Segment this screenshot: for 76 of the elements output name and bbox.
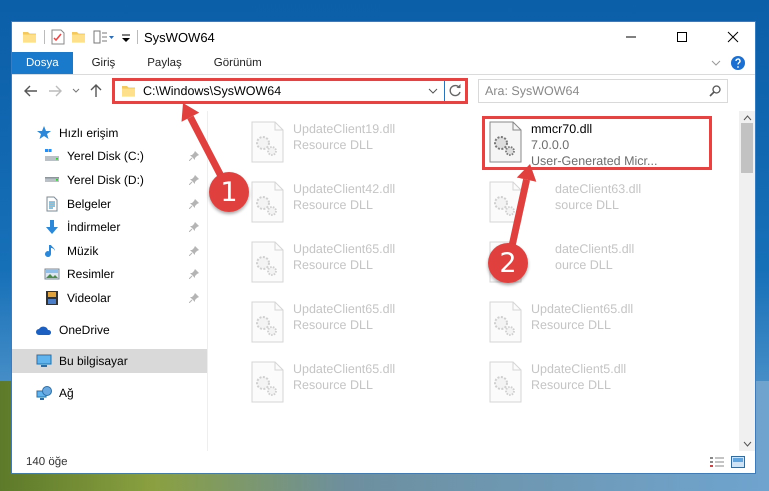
drive-icon — [44, 176, 60, 184]
network-icon — [36, 384, 52, 401]
file-detail: Resource DLL — [293, 137, 374, 153]
file-name: UpdateClient65.dll — [531, 301, 634, 317]
large-icons-view-icon[interactable] — [731, 456, 745, 468]
file-name: dateClient63.dll — [555, 181, 642, 197]
help-icon[interactable] — [731, 56, 745, 70]
gear-file-icon — [251, 301, 284, 343]
gear-file-icon — [251, 121, 284, 163]
download-arrow-icon — [44, 219, 60, 236]
gear-file-icon — [489, 301, 522, 343]
nav-item[interactable]: Müzik — [12, 238, 207, 263]
file-name: UpdateClient65.dll — [293, 301, 396, 317]
file-detail: User-Generated Micr... — [531, 153, 658, 169]
file-name: UpdateClient65.dll — [293, 361, 396, 377]
file-detail: Resource DLL — [293, 197, 374, 213]
file-detail: Resource DLL — [293, 317, 374, 333]
ribbon-tab[interactable]: Görünüm — [200, 52, 275, 74]
file-detail: Resource DLL — [531, 377, 612, 393]
file-item[interactable]: mmcr70.dll 7.0.0.0 User-Generated Micr... — [482, 116, 712, 170]
maximize-icon — [676, 31, 688, 43]
ribbon-tab[interactable]: Dosya — [12, 52, 73, 74]
refresh-icon[interactable] — [448, 84, 462, 98]
window-title: SysWOW64 — [144, 30, 215, 44]
computer-icon — [36, 353, 52, 370]
file-detail: source DLL — [555, 197, 620, 213]
file-detail: 7.0.0.0 — [531, 137, 570, 153]
nav-item[interactable]: Yerel Disk (D:) — [12, 168, 207, 192]
nav-item[interactable]: Resimler — [12, 262, 207, 286]
gear-file-icon — [251, 361, 284, 403]
nav-item[interactable]: Ağ — [12, 380, 207, 405]
scroll-up-icon[interactable] — [742, 115, 752, 121]
film-icon — [44, 290, 60, 306]
dropdown-caret-icon[interactable] — [428, 88, 438, 94]
properties-icon[interactable] — [51, 29, 65, 45]
gear-file-icon — [251, 181, 284, 223]
view-options-icon[interactable] — [93, 29, 115, 45]
gear-file-icon — [489, 361, 522, 403]
star-icon — [36, 124, 52, 141]
ribbon-tab[interactable]: Paylaş — [134, 52, 195, 74]
gear-file-icon — [251, 241, 284, 283]
nav-item[interactable]: OneDrive — [12, 318, 207, 342]
nav-item[interactable]: Belgeler — [12, 192, 207, 216]
scrollbar-thumb[interactable] — [741, 123, 753, 173]
up-arrow-icon[interactable] — [90, 84, 102, 98]
recent-locations-icon[interactable] — [72, 88, 80, 94]
file-name: UpdateClient19.dll — [293, 121, 396, 137]
details-view-icon[interactable] — [709, 456, 725, 468]
back-arrow-icon[interactable] — [24, 85, 38, 97]
scrollbar[interactable] — [739, 111, 755, 451]
ribbon-tab[interactable]: Giriş — [78, 52, 128, 74]
search-icon[interactable] — [709, 85, 721, 97]
file-detail: Resource DLL — [531, 317, 612, 333]
gear-file-icon — [489, 181, 522, 223]
nav-item[interactable]: Videolar — [12, 286, 207, 310]
scroll-down-icon[interactable] — [742, 441, 752, 447]
file-name: mmcr70.dll — [531, 121, 594, 137]
file-detail: Resource DLL — [293, 377, 374, 393]
document-icon — [44, 196, 60, 212]
nav-item[interactable]: İndirmeler — [12, 215, 207, 239]
nav-item[interactable]: Bu bilgisayar — [12, 349, 207, 373]
file-detail: Resource DLL — [293, 257, 374, 273]
gear-file-icon — [489, 121, 522, 163]
item-count: 140 öğe — [26, 456, 68, 468]
nav-item[interactable]: Yerel Disk (C:) — [12, 144, 207, 168]
file-name: dateClient5.dll — [555, 241, 634, 257]
folder-icon — [121, 83, 137, 99]
file-detail: ource DLL — [555, 257, 614, 273]
file-name: UpdateClient5.dll — [531, 361, 626, 377]
expand-ribbon-icon[interactable] — [711, 58, 721, 68]
search-field[interactable]: Ara: SysWOW64 — [478, 79, 728, 103]
nav-item[interactable]: Hızlı erişim — [12, 121, 207, 145]
file-name: UpdateClient42.dll — [293, 181, 396, 197]
close-icon — [726, 31, 738, 43]
picture-icon — [44, 266, 60, 282]
file-name: UpdateClient65.dll — [293, 241, 396, 257]
